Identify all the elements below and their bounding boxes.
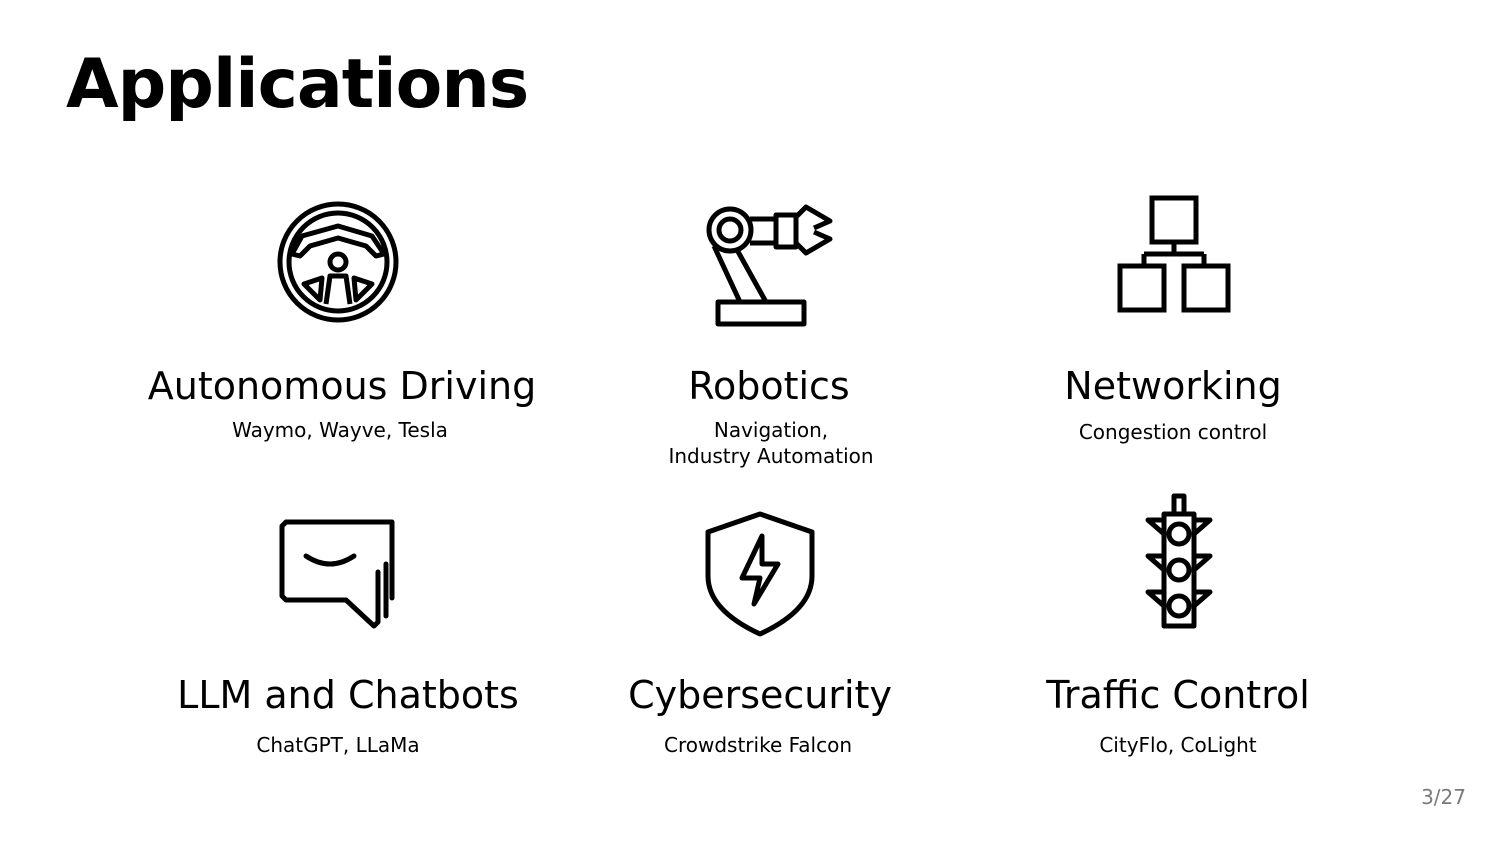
page-number: 3/27 bbox=[1421, 785, 1466, 809]
application-subtitle: ChatGPT, LLaMa bbox=[256, 733, 420, 757]
application-subtitle: CityFlo, CoLight bbox=[1099, 733, 1257, 757]
network-icon bbox=[1104, 190, 1244, 330]
application-title: Traffic Control bbox=[1046, 673, 1310, 717]
robot-arm-icon bbox=[700, 194, 840, 334]
application-subtitle: Congestion control bbox=[1078, 420, 1268, 444]
steering-wheel-icon bbox=[268, 192, 408, 332]
application-subtitle: Waymo, Wayve, Tesla bbox=[232, 418, 448, 442]
application-title: Autonomous Driving bbox=[147, 364, 537, 408]
chat-bubble-icon bbox=[268, 506, 408, 646]
application-subtitle: Crowdstrike Falcon bbox=[664, 733, 852, 757]
slide-title: Applications bbox=[66, 45, 529, 124]
application-title: Robotics bbox=[688, 364, 850, 408]
application-title: Networking bbox=[1064, 364, 1282, 408]
shield-bolt-icon bbox=[690, 506, 830, 646]
traffic-light-icon bbox=[1108, 490, 1248, 630]
application-subtitle: Navigation, Industry Automation bbox=[668, 418, 874, 468]
application-title: LLM and Chatbots bbox=[177, 673, 519, 717]
application-title: Cybersecurity bbox=[628, 673, 892, 717]
